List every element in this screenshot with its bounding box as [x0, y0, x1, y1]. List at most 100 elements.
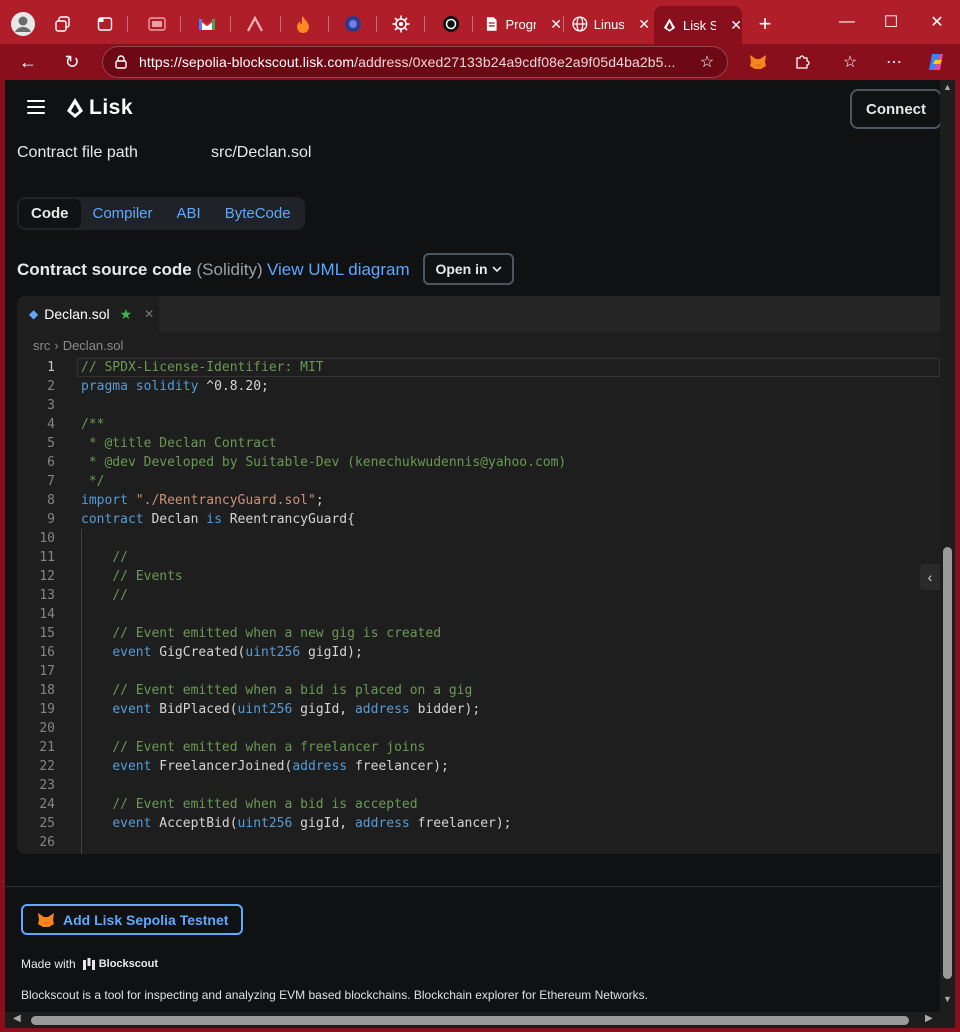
code-line[interactable]: 23 [17, 776, 940, 795]
code-line[interactable]: 14 [17, 605, 940, 624]
code-line[interactable]: 17 [17, 662, 940, 681]
close-icon[interactable]: ✕ [730, 17, 742, 34]
breadcrumb-file[interactable]: Declan.sol [63, 338, 124, 353]
code-line[interactable]: 27 // [17, 852, 940, 854]
code-lines[interactable]: 1 // SPDX-License-Identifier: MIT 2 pragma … [17, 358, 940, 854]
maximize-button[interactable]: ☐ [868, 8, 914, 36]
code-line[interactable]: 12 // Events [17, 567, 940, 586]
profile-icon [11, 12, 35, 36]
copilot-button[interactable] [922, 48, 950, 76]
blockscout-logo[interactable]: Blockscout [82, 957, 158, 971]
add-network-button[interactable]: Add Lisk Sepolia Testnet [21, 904, 243, 935]
code-line[interactable]: 16 event GigCreated(uint256 gigId); [17, 643, 940, 662]
code-line[interactable]: 20 [17, 719, 940, 738]
connect-button[interactable]: Connect [850, 89, 940, 129]
favorites-star-icon: ☆ [842, 54, 858, 71]
tab-label: Progr [505, 16, 537, 32]
code-line[interactable]: 24 // Event emitted when a bid is accept… [17, 795, 940, 814]
code-line[interactable]: 13 // [17, 586, 940, 605]
close-window-button[interactable]: ✕ [914, 8, 960, 36]
code-line[interactable]: 22 event FreelancerJoined(address freela… [17, 757, 940, 776]
horizontal-scrollbar[interactable]: ◀ ▶ [5, 1012, 955, 1028]
url-field[interactable]: https://sepolia-blockscout.lisk.com/addr… [102, 46, 728, 78]
tab-compiler[interactable]: Compiler [81, 199, 165, 228]
workspaces-button[interactable] [48, 8, 78, 40]
new-tab-button[interactable]: + [752, 8, 778, 40]
line-source: * @title Declan Contract [81, 436, 277, 451]
tab-abi[interactable]: ABI [165, 199, 213, 228]
globe-icon [572, 16, 588, 32]
code-line[interactable]: 15 // Event emitted when a new gig is cr… [17, 624, 940, 643]
flame-icon [297, 16, 309, 33]
code-line[interactable]: 26 [17, 833, 940, 852]
code-line[interactable]: 10 [17, 529, 940, 548]
tab-code[interactable]: Code [19, 199, 81, 228]
code-line[interactable]: 19 event BidPlaced(uint256 gigId, addres… [17, 700, 940, 719]
code-line[interactable]: 25 event AcceptBid(uint256 gigId, addres… [17, 814, 940, 833]
code-line[interactable]: 9 contract Declan is ReentrancyGuard{ [17, 510, 940, 529]
tab-7[interactable] [436, 8, 466, 40]
favorite-star-icon[interactable]: ☆ [687, 52, 727, 72]
hamburger-menu-icon[interactable] [27, 100, 45, 114]
line-number: 13 [39, 588, 55, 603]
code-line[interactable]: 7 */ [17, 472, 940, 491]
scroll-up-icon[interactable]: ▲ [943, 82, 952, 92]
code-editor[interactable]: ◆ Declan.sol ★ ✕ src › Declan.sol 1 // SP… [17, 296, 940, 854]
metamask-fox-icon [750, 55, 766, 69]
scroll-down-icon[interactable]: ▼ [943, 994, 952, 1004]
tab-linus[interactable]: Linus ✕ [564, 8, 650, 40]
tab-5[interactable] [338, 8, 368, 40]
scrollbar-thumb[interactable] [943, 547, 952, 979]
tab-actions-button[interactable] [90, 8, 120, 40]
tab-1[interactable] [142, 8, 172, 40]
scroll-right-icon[interactable]: ▶ [925, 1013, 933, 1024]
editor-file-tab[interactable]: ◆ Declan.sol ★ ✕ [17, 296, 159, 332]
refresh-button[interactable]: ↻ [58, 48, 86, 76]
lisk-logo[interactable]: Lisk [65, 96, 133, 120]
code-line[interactable]: 4 /** [17, 415, 940, 434]
extensions-button[interactable] [788, 48, 816, 76]
code-line[interactable]: 3 [17, 396, 940, 415]
back-button[interactable]: ← [14, 48, 42, 76]
profile-avatar[interactable] [8, 8, 38, 40]
line-number: 9 [47, 512, 55, 527]
menu-button[interactable]: ⋯ [880, 48, 908, 76]
minimize-button[interactable]: — [824, 8, 870, 36]
view-uml-diagram-link[interactable]: View UML diagram [267, 260, 410, 280]
chevron-right-icon: › [54, 337, 59, 353]
close-icon[interactable]: ✕ [638, 16, 650, 33]
open-in-dropdown[interactable]: Open in [423, 253, 514, 285]
code-line[interactable]: 8 import "./ReentrancyGuard.sol"; [17, 491, 940, 510]
close-icon[interactable]: ✕ [144, 307, 154, 321]
tab-lisk-active[interactable]: Lisk S ✕ [654, 6, 742, 44]
code-line[interactable]: 2 pragma solidity ^0.8.20; [17, 377, 940, 396]
scrollbar-thumb[interactable] [31, 1016, 909, 1025]
line-number: 11 [39, 550, 55, 565]
tab-gmail[interactable] [192, 8, 222, 40]
tab-bytecode[interactable]: ByteCode [213, 199, 303, 228]
line-number: 7 [47, 474, 55, 489]
close-icon[interactable]: ✕ [550, 16, 562, 33]
tab-progr[interactable]: Progr ✕ [476, 8, 562, 40]
scroll-left-icon[interactable]: ◀ [13, 1013, 21, 1024]
open-in-label: Open in [435, 261, 488, 277]
code-line[interactable]: 11 // [17, 548, 940, 567]
code-line[interactable]: 21 // Event emitted when a freelancer jo… [17, 738, 940, 757]
code-line[interactable]: 1 // SPDX-License-Identifier: MIT [17, 358, 940, 377]
code-line[interactable]: 5 * @title Declan Contract [17, 434, 940, 453]
vertical-scrollbar[interactable]: ▲ ▼ [940, 80, 955, 1012]
line-number: 19 [39, 702, 55, 717]
line-source: // [112, 588, 128, 603]
metamask-extension[interactable] [744, 48, 772, 76]
tab-3[interactable] [240, 8, 270, 40]
favorites-button[interactable]: ☆ [836, 48, 864, 76]
line-number: 22 [39, 759, 55, 774]
tab-4[interactable] [288, 8, 318, 40]
tab-6[interactable] [386, 8, 416, 40]
code-line[interactable]: 6 * @dev Developed by Suitable-Dev (kene… [17, 453, 940, 472]
line-number: 2 [47, 379, 55, 394]
collapse-panel-button[interactable]: ‹ [920, 564, 940, 590]
window-icon [148, 17, 166, 31]
code-line[interactable]: 18 // Event emitted when a bid is placed… [17, 681, 940, 700]
breadcrumb-folder[interactable]: src [33, 338, 50, 353]
